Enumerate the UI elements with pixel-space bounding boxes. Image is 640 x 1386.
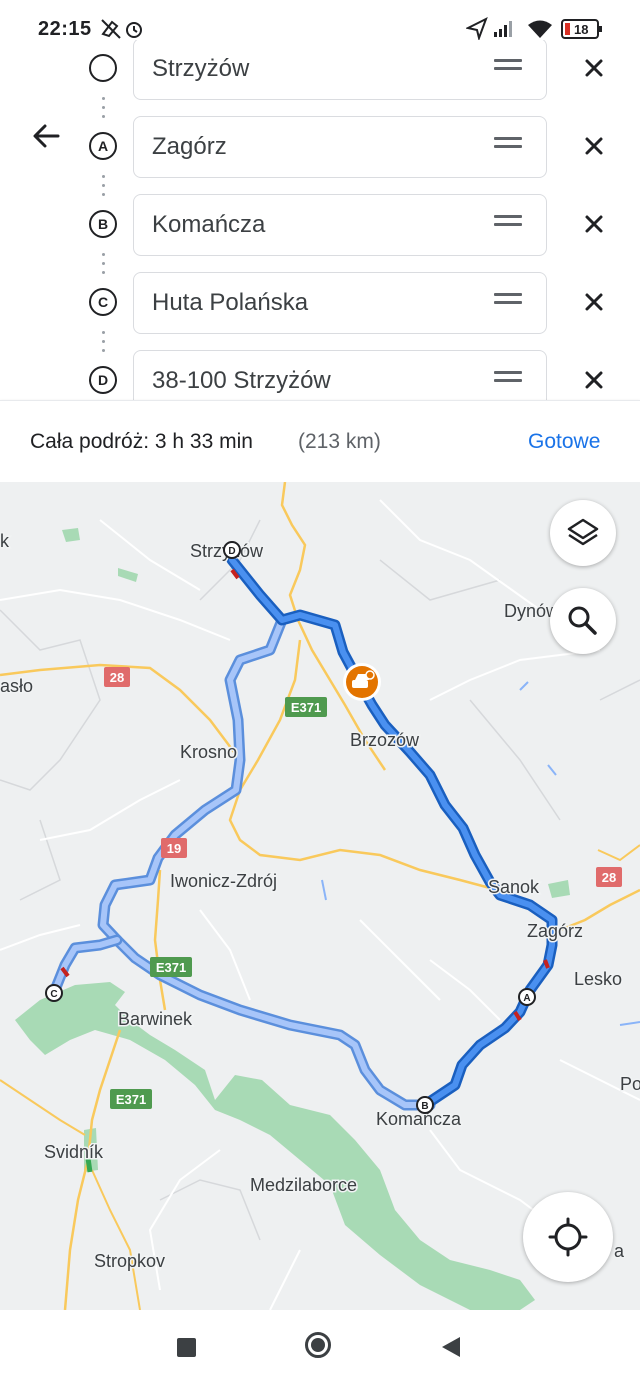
route-map[interactable]: 28 E371 19 28 E371 E371 Strzyżów Dynów a… — [0, 482, 640, 1310]
place-label: Sanok — [488, 877, 540, 897]
start-marker — [89, 54, 117, 82]
stop-field-d[interactable]: 38-100 Strzyżów — [133, 350, 547, 400]
stop-field-c[interactable]: Huta Polańska — [133, 272, 547, 334]
status-time: 22:15 — [38, 18, 92, 40]
waypoint-marker-d: D — [89, 366, 117, 394]
stop-label: Zagórz — [152, 133, 227, 160]
svg-text:D: D — [228, 546, 235, 557]
svg-text:E371: E371 — [156, 960, 186, 975]
place-label: asło — [0, 676, 33, 696]
battery-level: 18 — [574, 22, 588, 37]
place-label: Po — [620, 1074, 640, 1094]
drag-handle-icon[interactable] — [494, 293, 522, 313]
stop-row-c: C Huta Polańska — [0, 272, 640, 336]
svg-text:28: 28 — [110, 670, 124, 685]
waypoint-marker-c: C — [89, 288, 117, 316]
svg-text:19: 19 — [167, 841, 181, 856]
drag-handle-icon[interactable] — [494, 215, 522, 235]
place-label: Brzozów — [350, 730, 420, 750]
location-icon — [466, 16, 488, 42]
place-label: Barwinek — [118, 1009, 193, 1029]
svg-text:28: 28 — [602, 870, 616, 885]
signal-icon — [494, 21, 512, 37]
road-shield-19: 19 — [161, 838, 187, 858]
stop-label: Strzyżów — [152, 55, 250, 82]
drag-handle-icon[interactable] — [494, 137, 522, 157]
close-icon[interactable] — [580, 366, 608, 394]
traffic-incident-icon — [343, 663, 381, 701]
alarm-icon — [126, 22, 142, 38]
home-button[interactable] — [305, 1332, 331, 1358]
my-location-button[interactable] — [523, 1192, 613, 1282]
layers-button[interactable] — [550, 500, 616, 566]
place-label: Zagórz — [527, 921, 583, 941]
place-label: Medzilaborce — [250, 1175, 357, 1195]
drag-handle-icon[interactable] — [494, 59, 522, 79]
svg-text:E371: E371 — [291, 700, 321, 715]
status-notification-icons — [101, 19, 142, 39]
home-dot-icon — [311, 1338, 325, 1352]
stop-row-a: A Zagórz — [0, 116, 640, 180]
place-label: Iwonicz-Zdrój — [170, 871, 277, 891]
waypoint-pin-d: D — [223, 541, 241, 559]
trip-summary-bar: Cała podróż: 3 h 33 min (213 km) Gotowe — [0, 400, 640, 483]
road-shield-e371: E371 — [150, 957, 192, 977]
svg-text:A: A — [523, 993, 530, 1004]
close-icon[interactable] — [580, 288, 608, 316]
place-label: Krosno — [180, 742, 237, 762]
svg-text:B: B — [421, 1101, 428, 1112]
place-label: a — [614, 1241, 625, 1261]
stop-field-b[interactable]: Komańcza — [133, 194, 547, 256]
waypoint-pin-a: A — [518, 988, 536, 1006]
back-button[interactable] — [440, 1335, 462, 1359]
drag-handle-icon[interactable] — [494, 371, 522, 391]
stop-row-b: B Komańcza — [0, 194, 640, 258]
traffic-segment — [543, 959, 550, 969]
done-button[interactable]: Gotowe — [528, 430, 600, 454]
search-icon — [568, 606, 597, 635]
waypoint-pin-c: C — [45, 984, 63, 1002]
close-icon[interactable] — [580, 210, 608, 238]
svg-text:C: C — [50, 989, 57, 1000]
place-label: Svidník — [44, 1142, 104, 1162]
status-system-icons: 18 — [466, 16, 602, 42]
recents-button[interactable] — [177, 1338, 196, 1357]
waypoint-pin-b: B — [416, 1096, 434, 1114]
search-along-route-button[interactable] — [550, 588, 616, 654]
mute-icon — [101, 19, 121, 39]
stop-row-d: D 38-100 Strzyżów — [0, 350, 640, 400]
stop-row-start: Strzyżów — [0, 40, 640, 102]
map-canvas[interactable]: 28 E371 19 28 E371 E371 Strzyżów Dynów a… — [0, 482, 640, 1310]
close-icon[interactable] — [580, 132, 608, 160]
stop-field-start[interactable]: Strzyżów — [133, 40, 547, 100]
stop-label: Huta Polańska — [152, 289, 309, 316]
place-label: Lesko — [574, 969, 622, 989]
svg-text:E371: E371 — [116, 1092, 146, 1107]
route-stops-panel: Strzyżów A Zagórz B Komańcza C Huta Pola… — [0, 40, 640, 400]
road-shield-e371: E371 — [110, 1089, 152, 1109]
waypoint-marker-b: B — [89, 210, 117, 238]
waypoint-marker-a: A — [89, 132, 117, 160]
layers-icon — [567, 518, 599, 546]
wifi-icon — [528, 20, 552, 38]
trip-duration: Cała podróż: 3 h 33 min — [30, 430, 253, 453]
road-shield-28: 28 — [596, 867, 622, 887]
stop-field-a[interactable]: Zagórz — [133, 116, 547, 178]
battery-icon: 18 — [561, 19, 602, 39]
my-location-icon — [548, 1217, 588, 1257]
road-shield-e371: E371 — [285, 697, 327, 717]
place-label: Stropkov — [94, 1251, 165, 1271]
stop-label: Komańcza — [152, 211, 266, 238]
system-navigation-bar — [0, 1310, 640, 1386]
trip-distance: (213 km) — [298, 430, 381, 453]
place-label: Komańcza — [376, 1109, 462, 1129]
place-label: k — [0, 531, 10, 551]
stop-label: 38-100 Strzyżów — [152, 367, 331, 394]
road-shield-28: 28 — [104, 667, 130, 687]
close-icon[interactable] — [580, 54, 608, 82]
